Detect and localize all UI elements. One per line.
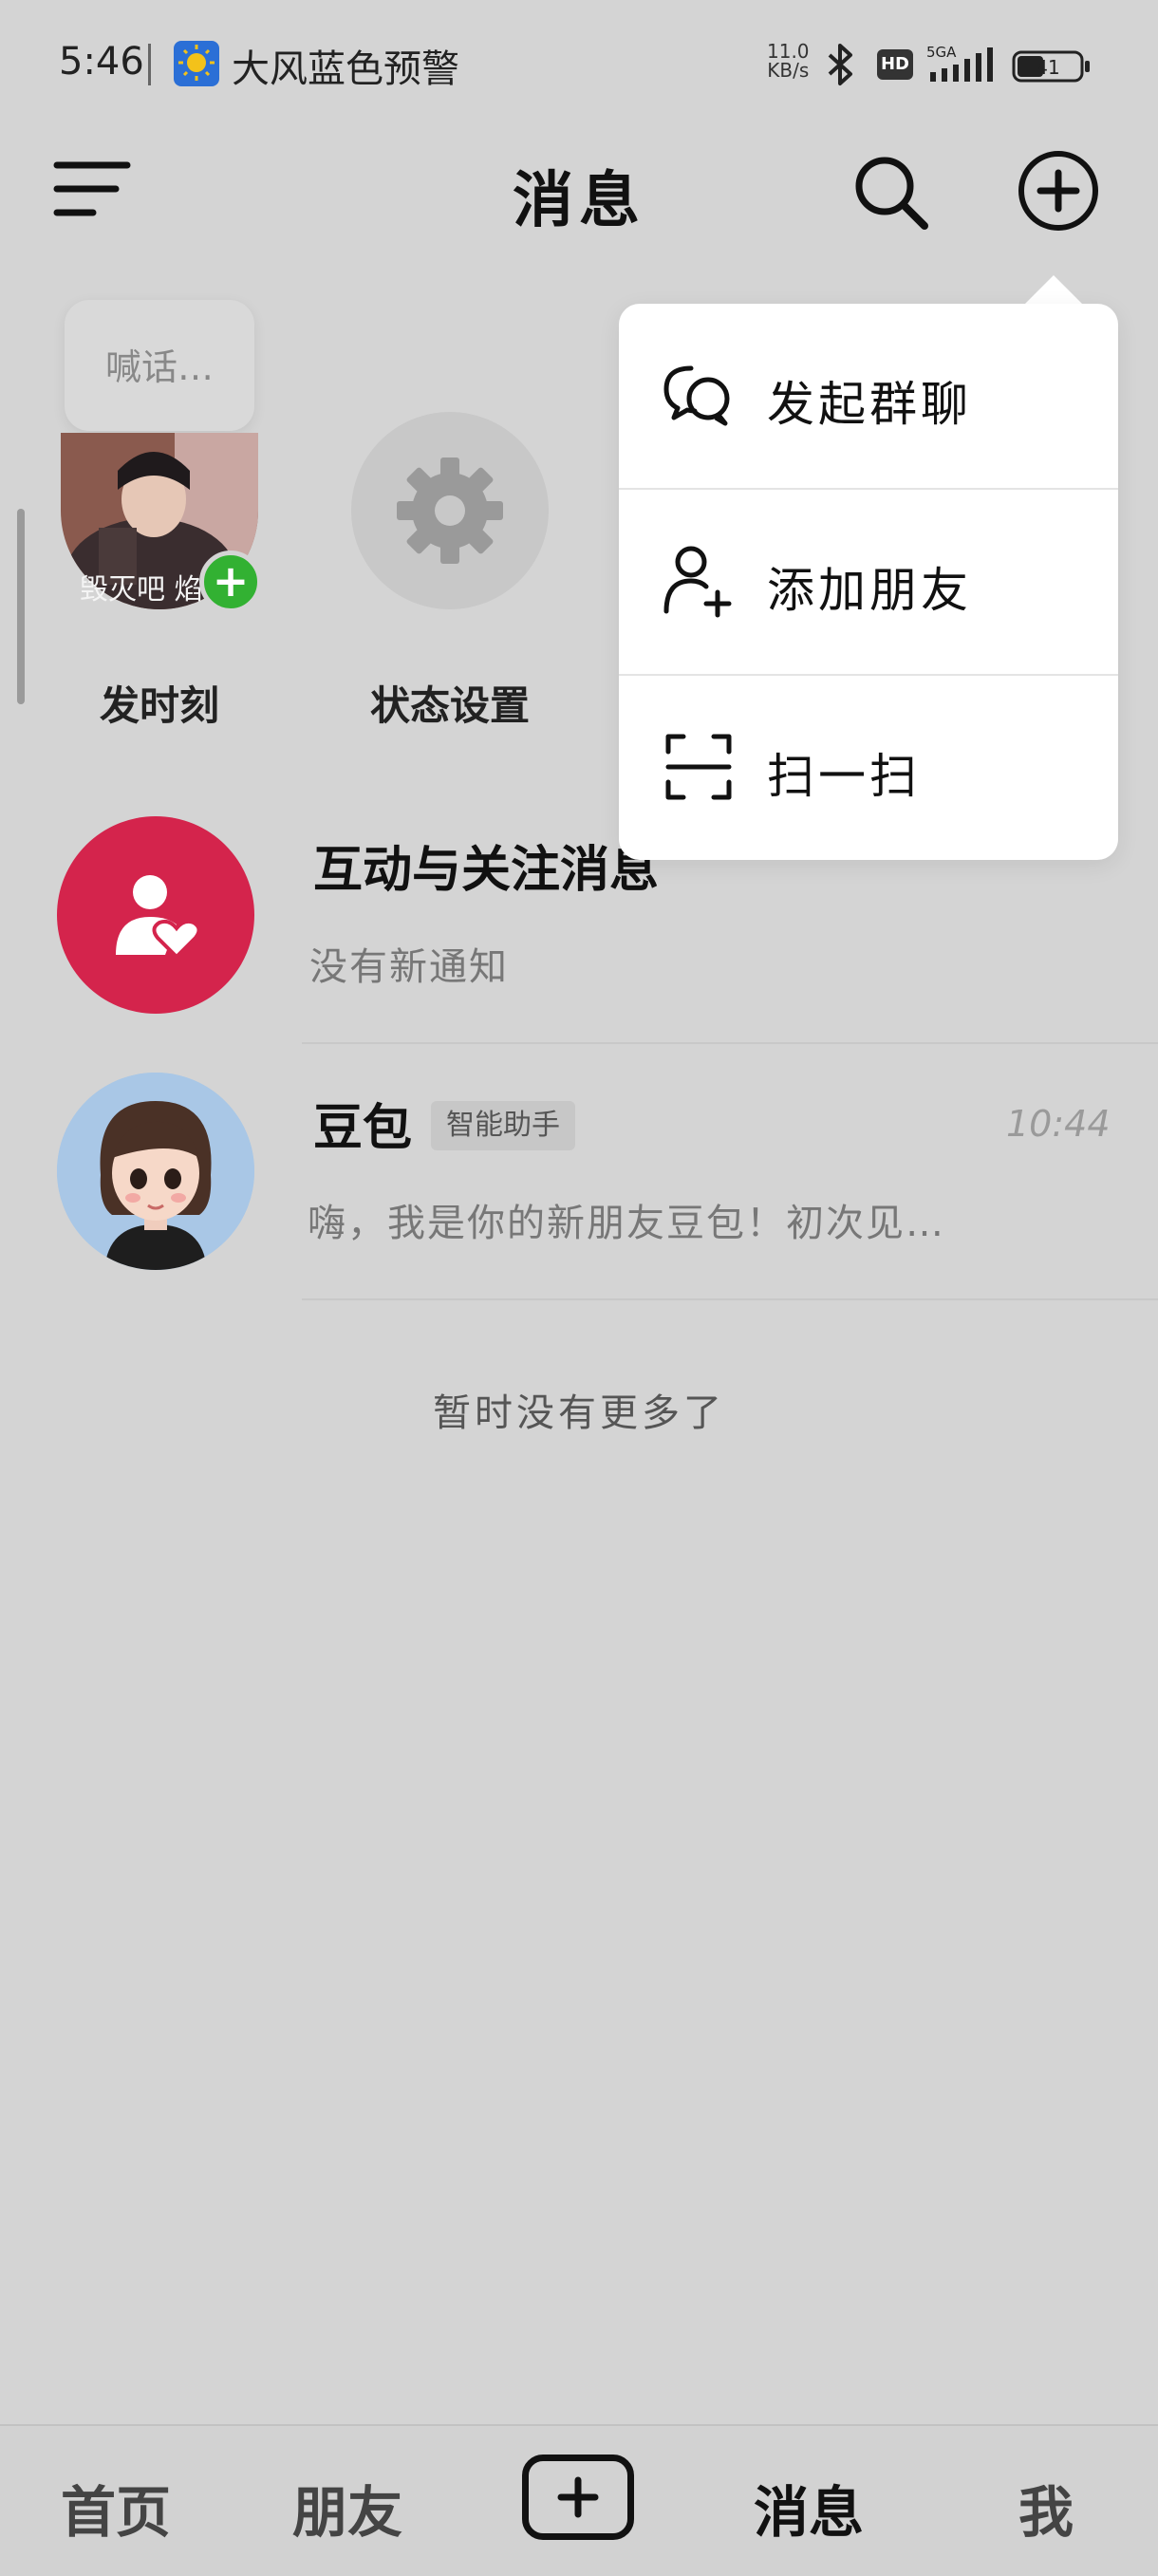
- status-settings-label[interactable]: 状态设置: [336, 674, 564, 732]
- popup-item-label: 扫一扫: [767, 749, 921, 804]
- list-divider: [302, 1298, 1158, 1300]
- nav-home[interactable]: 首页: [49, 2468, 182, 2548]
- popup-item-label: 发起群聊: [767, 377, 972, 432]
- network-speed: 11.0 KB/s: [767, 42, 810, 80]
- popup-item-add-friend[interactable]: 添加朋友: [619, 490, 1118, 676]
- conversation-title[interactable]: 豆包: [313, 1088, 412, 1159]
- conversation-time: 10:44: [1006, 1103, 1111, 1145]
- network-type-label: 5GA: [926, 44, 957, 61]
- page-title: 消息: [513, 166, 645, 236]
- bluetooth-icon: [824, 42, 856, 87]
- battery-level: 41: [1036, 56, 1059, 79]
- popup-item-group-chat[interactable]: 发起群聊: [619, 304, 1118, 490]
- popup-arrow: [1023, 275, 1084, 306]
- nav-friends[interactable]: 朋友: [281, 2468, 414, 2548]
- nav-me[interactable]: 我: [980, 2468, 1112, 2548]
- popup-item-scan[interactable]: 扫一扫: [619, 676, 1118, 862]
- person-heart-icon: [108, 868, 203, 962]
- network-speed-unit: KB/s: [767, 59, 810, 82]
- conversation-title[interactable]: 互动与关注消息: [313, 830, 659, 901]
- weather-alert-text: 大风蓝色预警: [232, 47, 459, 91]
- status-time: 5:46: [59, 40, 144, 84]
- popup-item-label: 添加朋友: [767, 563, 972, 618]
- add-moment-button[interactable]: +: [199, 551, 262, 613]
- status-separator: [148, 44, 151, 85]
- hd-icon: HD: [877, 49, 913, 80]
- add-circle-icon[interactable]: [1016, 148, 1101, 233]
- doubao-avatar[interactable]: [57, 1073, 254, 1270]
- list-divider: [302, 1042, 1158, 1044]
- signal-icon: 5GA: [926, 44, 1000, 85]
- ai-assistant-badge: 智能助手: [431, 1101, 576, 1150]
- battery-icon: 41: [1012, 49, 1092, 84]
- list-end-text: 暂时没有更多了: [433, 1391, 725, 1435]
- scan-icon: [661, 729, 737, 805]
- conversation-preview: 没有新通知: [309, 945, 509, 989]
- search-icon[interactable]: [850, 152, 930, 232]
- add-friend-icon: [661, 543, 737, 619]
- group-chat-icon: [661, 357, 737, 433]
- post-moment-label[interactable]: 发时刻: [46, 674, 273, 732]
- moment-avatar-caption: 毁灭吧 焰: [80, 573, 203, 607]
- conversation-preview: 嗨，我是你的新朋友豆包！初次见…: [308, 1202, 945, 1245]
- scroll-indicator: [17, 509, 25, 704]
- weather-warning-icon: [173, 40, 220, 87]
- network-speed-value: 11.0: [767, 40, 810, 63]
- nav-messages[interactable]: 消息: [742, 2468, 875, 2548]
- create-plus-icon[interactable]: [522, 2455, 634, 2540]
- status-bubble-text: 喊话…: [104, 346, 214, 388]
- gear-icon: [393, 454, 507, 568]
